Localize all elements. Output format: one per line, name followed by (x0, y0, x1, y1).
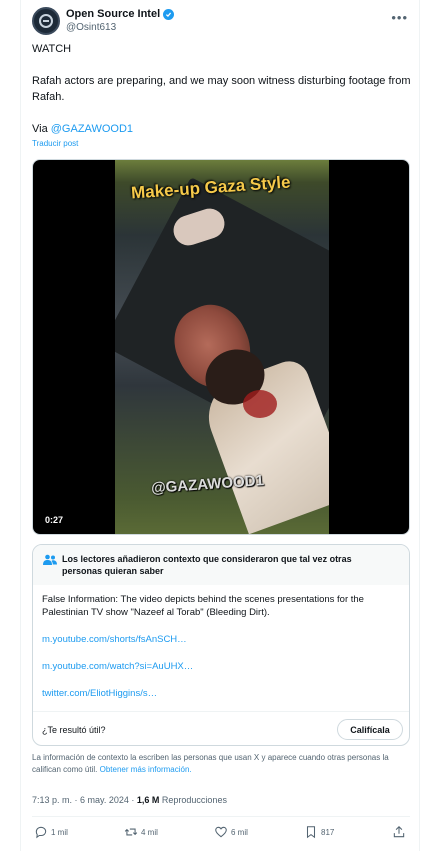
community-note-body: False Information: The video depicts beh… (33, 585, 409, 700)
tweet-timestamp[interactable]: 7:13 p. m. · 6 may. 2024 · (32, 795, 137, 805)
video-duration: 0:27 (41, 514, 68, 526)
right-border (419, 0, 420, 851)
learn-more-link[interactable]: Obtener más información. (100, 765, 192, 774)
community-note-title: Los lectores añadieron contexto que cons… (62, 554, 352, 576)
action-bar: 1 mil 4 mil 6 mil 817 (32, 825, 412, 845)
share-icon (393, 826, 405, 838)
tweet-line-body: Rafah actors are preparing, and we may s… (32, 75, 411, 103)
bookmark-icon (306, 826, 316, 839)
tweet-header: Open Source Intel @Osint613 ••• (32, 4, 412, 38)
helpful-question: ¿Te resultó útil? (42, 724, 106, 735)
bookmark-count: 817 (321, 827, 335, 837)
reply-icon (35, 826, 47, 839)
note-disclaimer: La información de contexto la escriben l… (32, 753, 389, 774)
views-label: Reproducciones (159, 795, 227, 805)
community-note-footer: ¿Te resultó útil? Califícala (33, 711, 409, 745)
community-note-header: Los lectores añadieron contexto que cons… (33, 545, 409, 585)
blood-shape (243, 390, 277, 418)
people-icon (43, 554, 57, 565)
views-count: 1,6 M (136, 795, 160, 805)
left-border (20, 0, 21, 851)
bookmark-button[interactable]: 817 (304, 825, 334, 839)
note-link-2[interactable]: m.youtube.com/watch?si=AuUHX… (42, 660, 400, 673)
tweet-meta: 7:13 p. m. · 6 may. 2024 · 1,6 M Reprodu… (32, 795, 227, 805)
author-names: Open Source Intel @Osint613 (66, 8, 175, 34)
video-player[interactable]: Make-up Gaza Style @GAZAWOOD1 0:27 (32, 159, 410, 535)
author-display-name[interactable]: Open Source Intel (66, 8, 160, 21)
translate-post-link[interactable]: Traducir post (32, 139, 78, 148)
author-handle[interactable]: @Osint613 (66, 21, 174, 34)
like-button[interactable]: 6 mil (214, 825, 248, 839)
share-button[interactable] (392, 825, 409, 839)
reply-button[interactable]: 1 mil (34, 825, 68, 839)
via-mention-link[interactable]: @GAZAWOOD1 (51, 123, 133, 135)
repost-button[interactable]: 4 mil (124, 825, 158, 839)
community-note-text: False Information: The video depicts beh… (42, 594, 364, 618)
verified-badge-icon[interactable] (163, 9, 175, 20)
repost-icon (124, 828, 138, 836)
avatar[interactable] (32, 7, 60, 35)
tweet-text: WATCH Rafah actors are preparing, and we… (32, 41, 412, 153)
more-options-icon[interactable]: ••• (391, 10, 408, 25)
rate-it-button[interactable]: Califícala (337, 719, 403, 740)
note-link-3[interactable]: twitter.com/EliotHiggins/s… (42, 687, 400, 700)
reply-count: 1 mil (51, 827, 68, 837)
tweet-via: Via @GAZAWOOD1 (32, 123, 134, 135)
heart-icon (215, 826, 227, 838)
community-note: Los lectores añadieron contexto que cons… (32, 544, 410, 746)
repost-count: 4 mil (141, 827, 158, 837)
tweet-line-watch: WATCH (32, 43, 72, 55)
note-link-1[interactable]: m.youtube.com/shorts/fsAnSCH… (42, 633, 400, 646)
actions-divider (32, 816, 410, 817)
like-count: 6 mil (231, 827, 248, 837)
